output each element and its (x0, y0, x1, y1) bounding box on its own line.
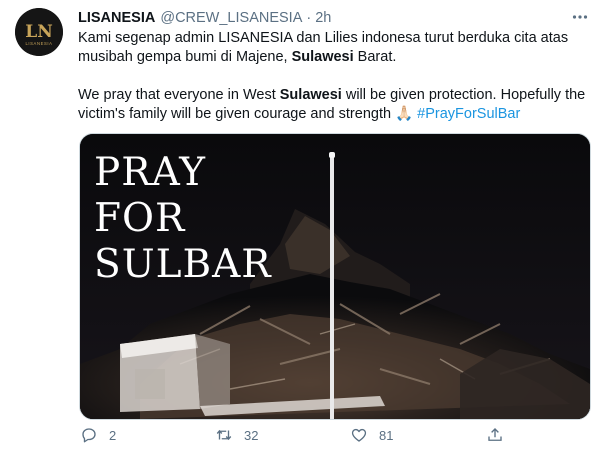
text-segment: Barat. (353, 49, 397, 65)
tweet-text: Kami segenap admin LISANESIA dan Lilies … (78, 29, 588, 124)
image-overlay-text: PRAY FOR SULBAR (94, 150, 272, 288)
lisanesia-logo-icon: LN LISANESIA (15, 8, 63, 56)
timestamp[interactable]: 2h (315, 10, 331, 26)
more-options-button[interactable] (569, 6, 591, 28)
like-button[interactable]: 81 (350, 426, 393, 444)
share-button[interactable] (486, 426, 504, 444)
separator-dot: · (306, 10, 312, 26)
like-count: 81 (379, 427, 394, 443)
folded-hands-emoji: 🙏🏻 (395, 106, 414, 122)
tweet-actions: 2 32 81 (78, 426, 518, 450)
highlighted-keyword: Sulawesi (291, 49, 354, 65)
hashtag-link[interactable]: #PrayForSulBar (417, 106, 520, 122)
tweet-paragraph-english: We pray that everyone in West Sulawesi w… (78, 86, 588, 124)
reply-icon (82, 428, 96, 443)
overlay-line: SULBAR (94, 242, 272, 287)
retweet-button[interactable]: 32 (215, 426, 258, 444)
avatar[interactable]: LN LISANESIA (15, 8, 63, 56)
svg-text:LN: LN (25, 22, 53, 42)
user-handle[interactable]: @CREW_LISANESIA (160, 10, 302, 26)
display-name[interactable]: LISANESIA (78, 10, 155, 26)
overlay-line: FOR (94, 196, 186, 241)
retweet-icon (216, 429, 232, 441)
tweet-image[interactable]: PRAY FOR SULBAR (79, 133, 591, 420)
more-horizontal-icon (572, 15, 588, 19)
overlay-line: PRAY (94, 150, 206, 195)
svg-text:LISANESIA: LISANESIA (25, 41, 52, 46)
highlighted-keyword: Sulawesi (279, 87, 342, 103)
retweet-count: 32 (244, 427, 259, 443)
share-icon (488, 428, 502, 441)
heart-icon (351, 428, 367, 442)
tweet[interactable]: LN LISANESIA LISANESIA @CREW_LISANESIA ·… (0, 0, 609, 455)
tweet-header: LISANESIA @CREW_LISANESIA · 2h (78, 9, 331, 27)
tweet-paragraph-indonesian: Kami segenap admin LISANESIA dan Lilies … (78, 29, 588, 67)
text-segment: We pray that everyone in West (78, 87, 280, 103)
reply-button[interactable]: 2 (80, 426, 116, 444)
reply-count: 2 (109, 427, 117, 443)
